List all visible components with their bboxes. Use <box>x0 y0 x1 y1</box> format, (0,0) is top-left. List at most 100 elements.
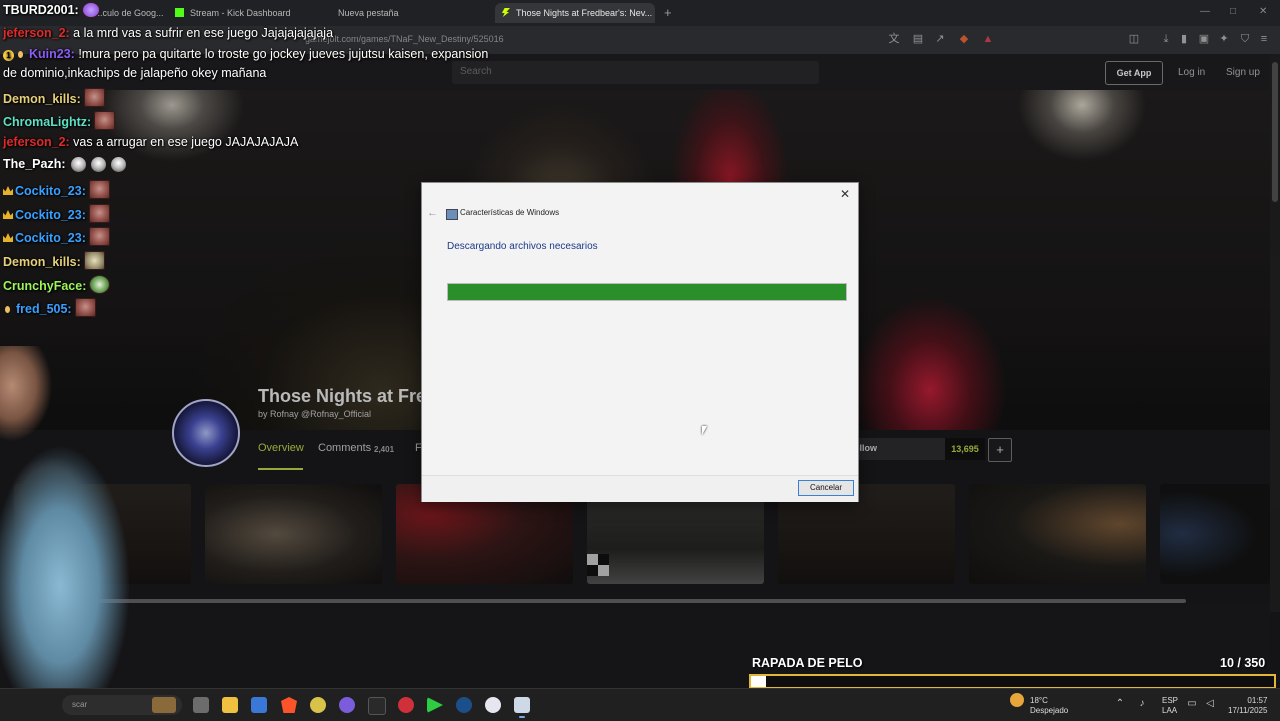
chat-username: Demon_kills: <box>3 92 81 106</box>
chat-text: de dominio,inkachips de jalapeño okey ma… <box>3 66 267 80</box>
tab-label: Nueva pestaña <box>338 8 399 18</box>
share-icon[interactable]: ↗ <box>934 33 946 45</box>
chevron-up-icon[interactable]: ⌃ <box>1114 698 1126 710</box>
chat-username: jeferson_2: <box>3 26 70 40</box>
goal-progress-fill <box>751 676 766 687</box>
download-icon[interactable]: ⤓ <box>1160 33 1172 45</box>
url-field[interactable]: gamejolt.com/games/TNaF_New_Destiny/5250… <box>305 34 504 44</box>
chat-username: Cockito_23: <box>15 208 86 222</box>
weather-widget[interactable]: 18°C Despejado <box>1030 696 1068 716</box>
panel-icon[interactable]: ▮ <box>1178 33 1190 45</box>
back-arrow-icon[interactable]: ← <box>427 207 438 219</box>
mail-icon[interactable] <box>251 697 267 713</box>
rewards-icon[interactable]: ▲ <box>982 33 994 45</box>
weather-temp: 18°C <box>1030 696 1048 705</box>
brave-browser-icon[interactable] <box>281 697 297 713</box>
tab-new-tab[interactable]: Nueva pestaña <box>338 3 478 23</box>
emote-icon <box>88 227 110 246</box>
app-icon[interactable] <box>310 697 326 713</box>
site-search[interactable] <box>452 61 819 84</box>
page-scrollbar[interactable] <box>1270 54 1280 612</box>
app-icon[interactable] <box>485 697 501 713</box>
maximize-button[interactable]: □ <box>1230 6 1236 17</box>
new-tab-button[interactable]: + <box>664 5 672 20</box>
game-author[interactable]: by Rofnay @Rofnay_Official <box>258 409 371 419</box>
signup-link[interactable]: Sign up <box>1226 67 1260 78</box>
chat-username: Cockito_23: <box>15 231 86 245</box>
screenshot-thumbnail[interactable] <box>969 484 1146 584</box>
vpn-icon[interactable]: ⛉ <box>1239 33 1251 45</box>
gifter-badge-icon <box>18 51 23 58</box>
microphone-icon[interactable]: ♪ <box>1136 698 1148 710</box>
chat-username: Demon_kills: <box>3 255 81 269</box>
chat-message: jeferson_2: a la mrd vas a sufrir en ese… <box>3 26 333 40</box>
language-indicator[interactable]: ESP LAA <box>1162 696 1178 716</box>
menu-icon[interactable]: ≡ <box>1258 33 1270 45</box>
follow-button[interactable]: ollow 13,695 <box>850 438 985 460</box>
close-window-button[interactable]: ✕ <box>1259 6 1267 17</box>
chat-message: de dominio,inkachips de jalapeño okey ma… <box>3 66 266 80</box>
steam-icon[interactable] <box>456 697 472 713</box>
get-app-button[interactable]: Get App <box>1105 61 1163 85</box>
add-to-playlist-button[interactable]: + <box>988 438 1012 462</box>
volume-icon[interactable]: ◁ <box>1204 698 1216 710</box>
cancel-button[interactable]: Cancelar <box>798 480 854 496</box>
wallet-icon[interactable]: ▣ <box>1198 33 1210 45</box>
lang-secondary: LAA <box>1162 706 1178 715</box>
emote-icon <box>88 204 110 223</box>
close-icon[interactable]: ✕ <box>840 187 850 201</box>
windows-features-taskbar-icon[interactable] <box>514 697 530 718</box>
sidebar-icon[interactable]: ◫ <box>1128 33 1140 45</box>
chat-message: jeferson_2: vas a arrugar en ese juego J… <box>3 135 298 149</box>
emote-icon <box>74 298 96 317</box>
kick-icon <box>175 8 184 17</box>
clock-time: 01:57 <box>1247 696 1268 705</box>
search-highlight-icon[interactable] <box>152 697 176 713</box>
streamer-webcam <box>0 346 140 688</box>
screenshot-thumbnail[interactable] <box>1160 484 1270 584</box>
goal-current: 10 <box>1220 656 1234 670</box>
screenshot-scrollbar[interactable] <box>70 599 1186 603</box>
chat-text: !mura pero pa quitarte lo troste go jock… <box>74 47 489 61</box>
screenshot-thumbnail[interactable] <box>205 484 382 584</box>
translate-icon[interactable]: 文 <box>888 33 900 45</box>
minimize-button[interactable]: — <box>1200 6 1210 17</box>
reader-icon[interactable]: ▤ <box>912 33 924 45</box>
login-link[interactable]: Log in <box>1178 67 1205 78</box>
tab-label: Those Nights at Fredbear's: Nev... <box>516 8 653 18</box>
discord-icon[interactable] <box>339 697 355 713</box>
task-view-icon[interactable] <box>193 697 209 713</box>
scrollbar-thumb[interactable] <box>1272 62 1278 202</box>
goal-total: / 350 <box>1237 656 1266 670</box>
chat-text: vas a arrugar en ese juego JAJAJAJAJA <box>69 135 299 149</box>
network-icon[interactable]: ▭ <box>1186 698 1198 710</box>
developer-avatar[interactable] <box>172 399 240 467</box>
crown-badge-icon <box>3 210 13 219</box>
chat-message: fred_505: <box>3 298 96 317</box>
leo-ai-icon[interactable]: ✦ <box>1218 33 1230 45</box>
chrome-icon[interactable] <box>398 697 414 713</box>
media-player-icon[interactable] <box>427 697 443 713</box>
tab-google-calc[interactable]: ...culo de Goog... <box>95 3 165 23</box>
tab-gamejolt[interactable]: Those Nights at Fredbear's: Nev...✕ <box>495 3 655 23</box>
chat-username: TBURD2001: <box>3 3 79 17</box>
brave-shield-icon[interactable]: ◆ <box>958 33 970 45</box>
chat-username: The_Pazh: <box>3 157 66 171</box>
chat-message: Cockito_23: <box>3 180 110 199</box>
chat-message: ChromaLightz: <box>3 111 116 130</box>
emote-icon <box>83 251 105 270</box>
obs-icon[interactable] <box>368 697 386 715</box>
file-explorer-icon[interactable] <box>222 697 238 713</box>
goal-title: RAPADA DE PELO <box>752 656 863 670</box>
tab-comments[interactable]: Comments <box>318 442 371 454</box>
download-progress-bar <box>447 283 847 301</box>
comments-count: 2,401 <box>374 445 395 454</box>
active-tab-underline <box>258 468 303 470</box>
search-input[interactable] <box>452 61 808 82</box>
tab-overview[interactable]: Overview <box>258 442 304 454</box>
tab-kick-dashboard[interactable]: Stream - Kick Dashboard <box>175 3 315 23</box>
emote-icon <box>83 88 105 107</box>
mouse-cursor <box>702 426 707 435</box>
chat-username: CrunchyFace: <box>3 279 87 293</box>
clock[interactable]: 01:57 17/11/2025 <box>1228 696 1267 716</box>
